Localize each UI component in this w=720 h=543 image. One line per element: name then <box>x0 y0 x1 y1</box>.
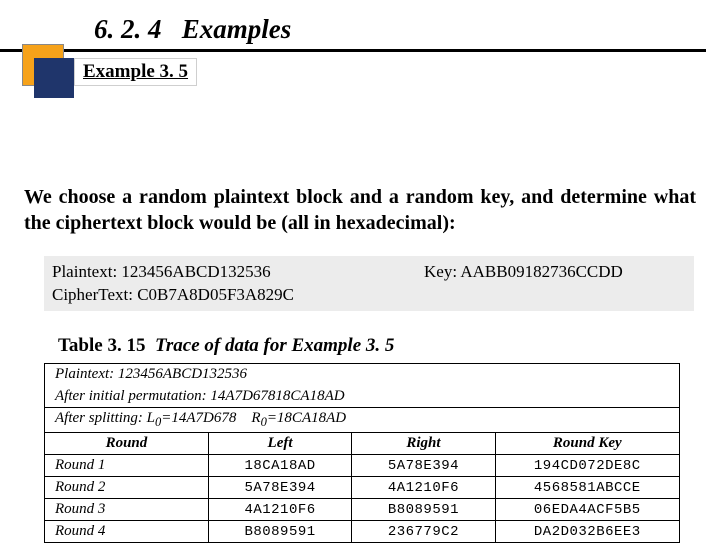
section-name: Examples <box>182 14 292 44</box>
row-label: Round 3 <box>45 499 209 521</box>
table-caption-title: Trace of data for Example 3. 5 <box>155 335 394 356</box>
slide-header: 6. 2. 4 Examples Example 3. 5 <box>0 0 720 84</box>
split-r0: =18CA18AD <box>267 410 346 426</box>
plaintext-label: Plaintext: <box>52 262 117 281</box>
row-label: Round 2 <box>45 477 209 499</box>
row-left: 4A1210F6 <box>208 499 351 521</box>
example-label: Example 3. 5 <box>83 61 188 82</box>
split-l0: =14A7D678 <box>161 410 236 426</box>
header-rule <box>0 49 706 52</box>
split-gap: R <box>248 410 261 426</box>
col-left: Left <box>208 433 351 455</box>
row-right: 5A78E394 <box>352 455 495 477</box>
table-row: Round 2 5A78E394 4A1210F6 4568581ABCCE <box>45 477 680 499</box>
row-right: 236779C2 <box>352 521 495 543</box>
row-key: 06EDA4ACF5B5 <box>495 499 679 521</box>
row-label: Round 4 <box>45 521 209 543</box>
table-row: Round 3 4A1210F6 B8089591 06EDA4ACF5B5 <box>45 499 680 521</box>
trace-table: Plaintext: 123456ABCD132536 After initia… <box>44 363 680 543</box>
col-right: Right <box>352 433 495 455</box>
row-key: DA2D032B6EE3 <box>495 521 679 543</box>
table-header-row: Round Left Right Round Key <box>45 433 680 455</box>
row-right: B8089591 <box>352 499 495 521</box>
table-row: Round 1 18CA18AD 5A78E394 194CD072DE8C <box>45 455 680 477</box>
example-badge: Example 3. 5 <box>74 58 197 86</box>
section-title: 6. 2. 4 Examples <box>94 14 291 45</box>
accent-block-blue <box>34 58 74 98</box>
col-roundkey: Round Key <box>495 433 679 455</box>
plaintext-value: 123456ABCD132536 <box>121 262 270 281</box>
col-round: Round <box>45 433 209 455</box>
key-value: AABB09182736CCDD <box>460 262 622 281</box>
row-right: 4A1210F6 <box>352 477 495 499</box>
row-key: 4568581ABCCE <box>495 477 679 499</box>
table-meta-splitting: After splitting: L0=14A7D678 R0=18CA18AD <box>45 408 680 433</box>
info-box: Plaintext: 123456ABCD132536 Key: AABB091… <box>44 256 694 311</box>
table-caption: Table 3. 15 Trace of data for Example 3.… <box>58 335 720 357</box>
ciphertext-line: CipherText: C0B7A8D05F3A829C <box>52 285 684 305</box>
split-prefix: After splitting: L <box>55 410 155 426</box>
table-caption-head: Table 3. 15 <box>58 335 145 356</box>
plaintext-line: Plaintext: 123456ABCD132536 <box>52 262 424 282</box>
cipher-label: CipherText: <box>52 285 133 304</box>
table-meta-permutation: After initial permutation: 14A7D67818CA1… <box>45 386 680 408</box>
table-meta-plaintext: Plaintext: 123456ABCD132536 <box>45 364 680 386</box>
table-row: Round 4 B8089591 236779C2 DA2D032B6EE3 <box>45 521 680 543</box>
row-label: Round 1 <box>45 455 209 477</box>
body-paragraph: We choose a random plaintext block and a… <box>24 184 696 236</box>
cipher-value: C0B7A8D05F3A829C <box>137 285 294 304</box>
key-label: Key: <box>424 262 457 281</box>
row-left: 18CA18AD <box>208 455 351 477</box>
row-left: 5A78E394 <box>208 477 351 499</box>
row-key: 194CD072DE8C <box>495 455 679 477</box>
section-number: 6. 2. 4 <box>94 14 162 44</box>
key-line: Key: AABB09182736CCDD <box>424 262 684 282</box>
row-left: B8089591 <box>208 521 351 543</box>
